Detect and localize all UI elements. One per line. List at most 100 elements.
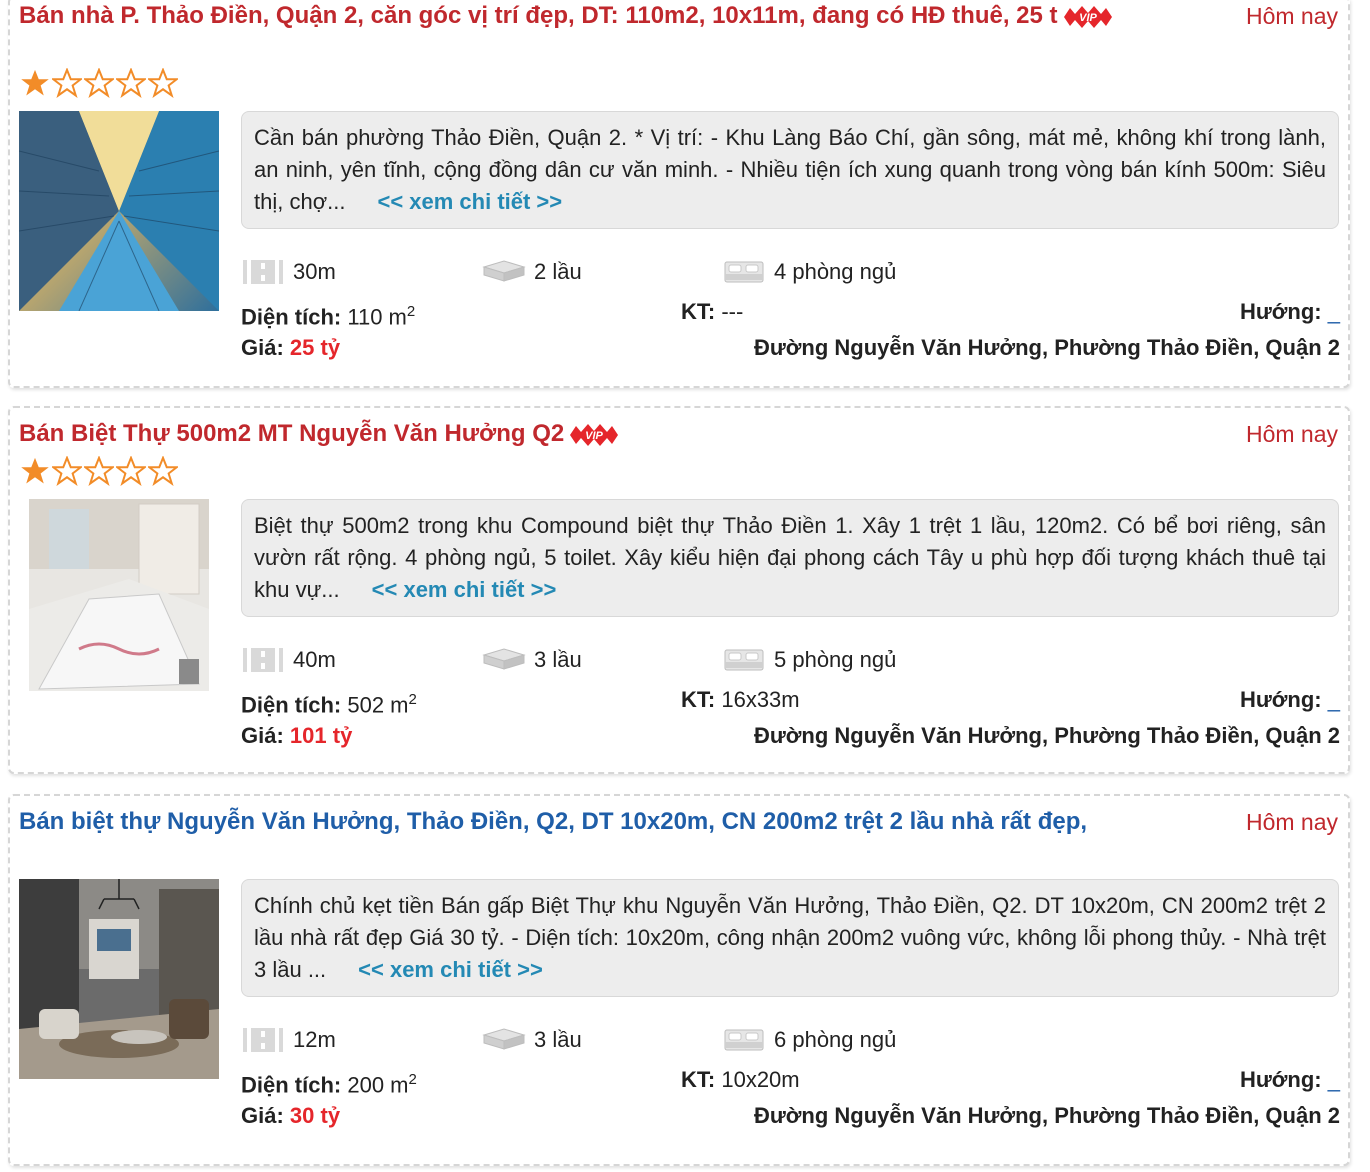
area-label: Diện tích: (241, 692, 342, 718)
bedrooms-value: 5 phòng ngủ (774, 647, 897, 672)
listing-title-text: Bán Biệt Thự 500m2 MT Nguyễn Văn Hưởng Q… (19, 420, 565, 447)
area-label: Diện tích: (241, 304, 342, 330)
direction-line: Hướng: _ (1240, 1065, 1340, 1095)
area-unit-sup: 2 (408, 691, 417, 708)
direction-value: _ (1327, 1067, 1340, 1092)
listing-thumbnail[interactable] (19, 879, 219, 1079)
listing-address: Đường Nguyễn Văn Hưởng, Phường Thảo Điền… (753, 1103, 1340, 1128)
direction-line: Hướng: _ (1240, 685, 1340, 715)
star-empty-icon (84, 68, 114, 98)
bedrooms-feature: 4 phòng ngủ (722, 257, 896, 287)
star-empty-icon (116, 68, 146, 98)
road-icon (243, 1028, 283, 1052)
floors-value: 3 lầu (534, 647, 582, 672)
area-unit-sup: 2 (406, 303, 416, 320)
listing-description: Cần bán phường Thảo Điền, Quận 2. * Vị t… (241, 111, 1339, 229)
road-width-value: 30m (293, 259, 336, 284)
price-line: Giá: 101 tỷ (241, 721, 352, 751)
floors-feature: 3 lầu (482, 645, 582, 675)
price-label: Giá: (241, 1103, 284, 1128)
star-filled-icon (21, 457, 49, 484)
listing-date: Hôm nay (1245, 421, 1338, 447)
direction-label: Hướng: (1239, 1067, 1322, 1092)
kt-label: KT: (681, 299, 716, 324)
road-width-value: 40m (293, 647, 336, 672)
area-value: 502 m (347, 692, 409, 718)
star-empty-icon (52, 68, 82, 98)
listing-card: Bán Biệt Thự 500m2 MT Nguyễn Văn Hưởng Q… (8, 406, 1350, 774)
listing-title-link[interactable]: Bán Biệt Thự 500m2 MT Nguyễn Văn Hưởng Q… (19, 418, 1119, 450)
area-line: Diện tích: 502 m2 (241, 685, 417, 720)
vip-badge-text: VIP (1079, 12, 1097, 24)
direction-label: Hướng: (1239, 299, 1322, 324)
listing-thumbnail[interactable] (29, 499, 209, 691)
kt-value: 16x33m (721, 687, 800, 712)
star-empty-icon (52, 456, 82, 486)
star-empty-icon (148, 456, 178, 486)
view-details-link[interactable]: << xem chi tiết >> (358, 957, 543, 982)
floors-icon (482, 648, 526, 670)
road-width-value: 12m (293, 1027, 336, 1052)
floors-value: 2 lầu (534, 259, 582, 284)
listing-description: Chính chủ kẹt tiền Bán gấp Biệt Thự khu … (241, 879, 1339, 997)
kt-value: 10x20m (721, 1067, 800, 1092)
kt-value: --- (721, 299, 744, 324)
listing-title-text: Bán nhà P. Thảo Điền, Quận 2, căn góc vị… (19, 2, 1058, 29)
price-value: 30 tỷ (289, 1103, 341, 1128)
road-width-feature: 40m (241, 645, 336, 675)
area-label: Diện tích: (241, 1072, 342, 1098)
star-empty-icon (148, 68, 178, 98)
listing-date: Hôm nay (1245, 809, 1338, 835)
bed-icon (724, 1029, 764, 1051)
listing-card: Bán nhà P. Thảo Điền, Quận 2, căn góc vị… (8, 0, 1350, 388)
listing-address: Đường Nguyễn Văn Hưởng, Phường Thảo Điền… (753, 723, 1340, 748)
vip-badge-icon: VIP (570, 423, 619, 446)
road-width-feature: 12m (241, 1025, 336, 1055)
direction-label: Hướng: (1239, 687, 1322, 712)
star-empty-icon (84, 456, 114, 486)
listing-thumbnail[interactable] (19, 111, 219, 311)
vip-badge-text: VIP (585, 430, 603, 442)
listing-title-link[interactable]: Bán nhà P. Thảo Điền, Quận 2, căn góc vị… (19, 0, 1119, 32)
price-line: Giá: 30 tỷ (241, 1101, 340, 1131)
kt-label: KT: (681, 687, 716, 712)
listing-description: Biệt thự 500m2 trong khu Compound biệt t… (241, 499, 1339, 617)
area-unit-sup: 2 (408, 1071, 417, 1088)
kt-label: KT: (681, 1067, 716, 1092)
area-line: Diện tích: 110 m2 (241, 297, 415, 332)
area-value: 110 m (347, 304, 407, 330)
price-label: Giá: (241, 723, 284, 748)
rating-stars (20, 68, 178, 100)
kt-line: KT: 16x33m (681, 685, 800, 715)
direction-value: _ (1327, 299, 1340, 324)
bed-icon (724, 649, 764, 671)
bedrooms-value: 6 phòng ngủ (774, 1027, 897, 1052)
listing-address: Đường Nguyễn Văn Hưởng, Phường Thảo Điền… (753, 335, 1340, 360)
living-room-photo (19, 879, 219, 1079)
direction-line: Hướng: _ (1240, 297, 1340, 327)
building-photo (19, 111, 219, 311)
rating-stars (20, 456, 178, 488)
star-empty-icon (116, 456, 146, 486)
price-label: Giá: (241, 335, 284, 360)
bedrooms-feature: 6 phòng ngủ (722, 1025, 896, 1055)
floors-icon (482, 260, 526, 282)
price-value: 101 tỷ (289, 723, 353, 748)
area-value: 200 m (347, 1072, 409, 1098)
price-value: 25 tỷ (289, 335, 341, 360)
listing-title-text: Bán biệt thự Nguyễn Văn Hưởng, Thảo Điền… (19, 808, 1088, 835)
floors-icon (482, 1028, 526, 1050)
vip-badge-icon: VIP (1063, 5, 1112, 28)
view-details-link[interactable]: << xem chi tiết >> (377, 189, 562, 214)
area-line: Diện tích: 200 m2 (241, 1065, 417, 1100)
view-details-link[interactable]: << xem chi tiết >> (372, 577, 557, 602)
listing-title-link[interactable]: Bán biệt thự Nguyễn Văn Hưởng, Thảo Điền… (19, 806, 1119, 838)
star-filled-icon (21, 69, 49, 96)
listing-card: Bán biệt thự Nguyễn Văn Hưởng, Thảo Điền… (8, 794, 1350, 1166)
floors-feature: 3 lầu (482, 1025, 582, 1055)
kt-line: KT: --- (681, 297, 743, 327)
listing-date: Hôm nay (1245, 3, 1338, 29)
interior-photo (29, 499, 209, 691)
bedrooms-value: 4 phòng ngủ (774, 259, 897, 284)
floors-value: 3 lầu (534, 1027, 582, 1052)
